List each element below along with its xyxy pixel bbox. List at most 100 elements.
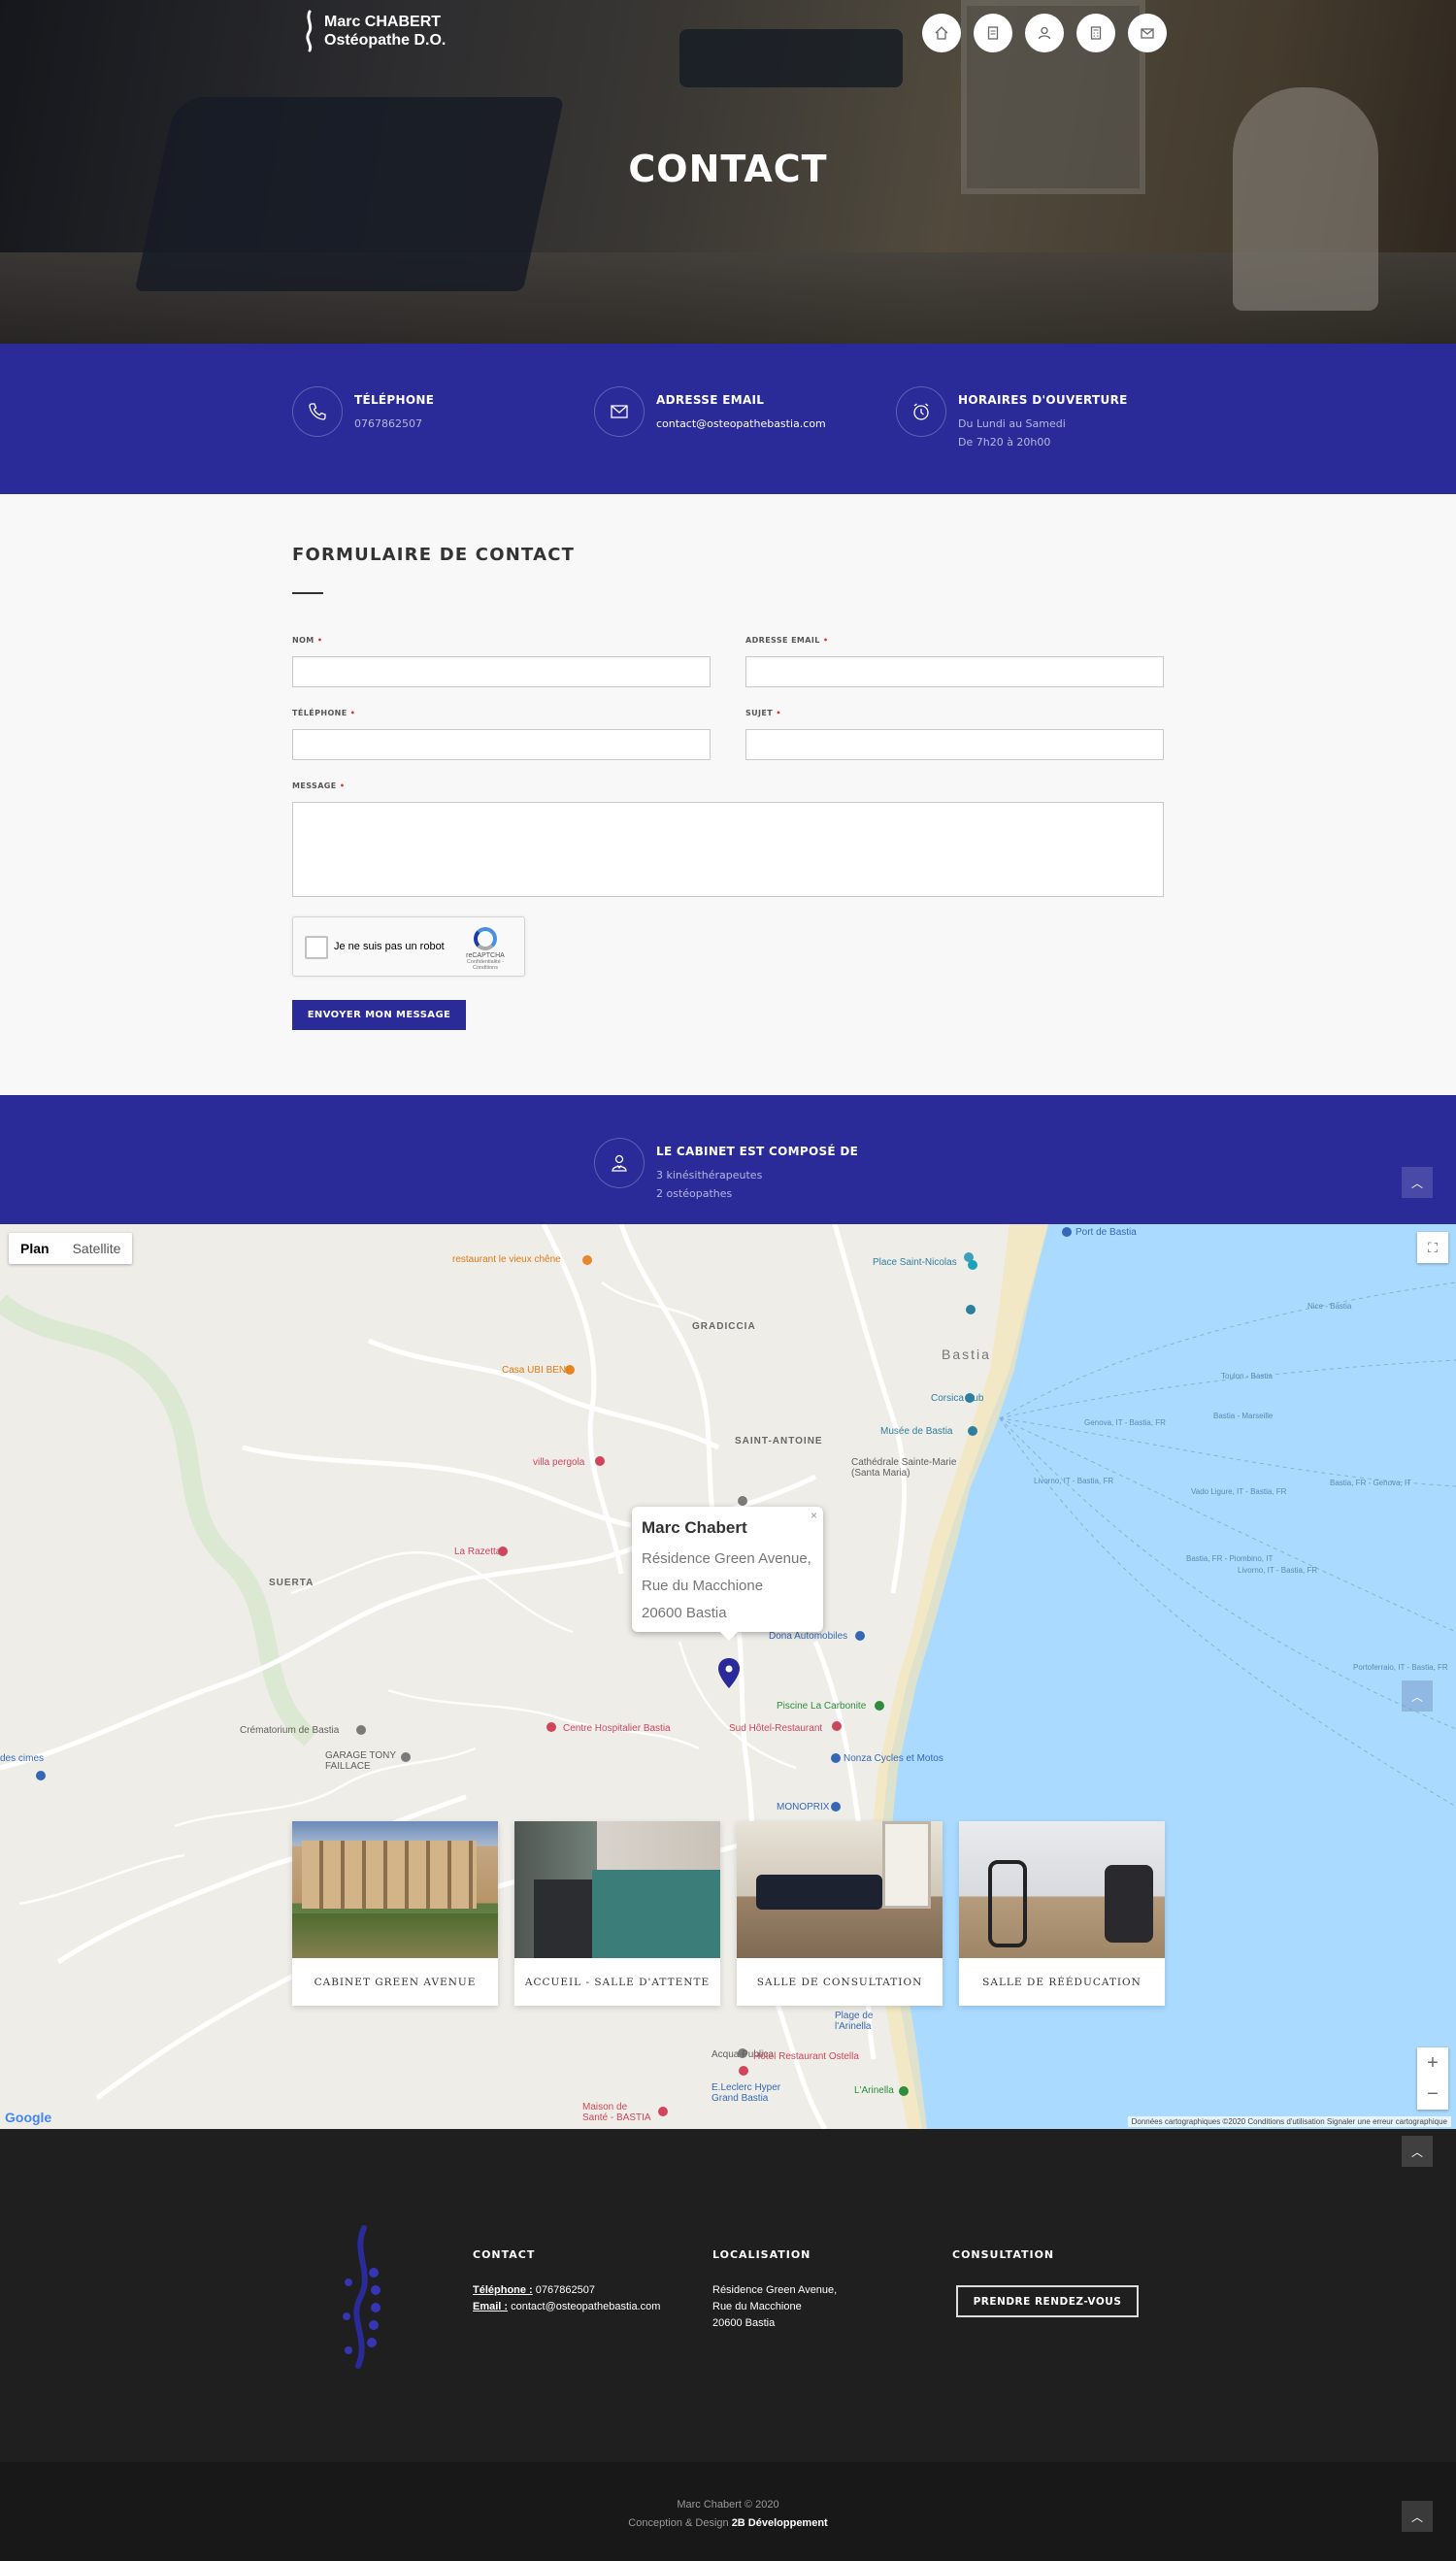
cabinet-band: LE CABINET EST COMPOSÉ DE 3 kinésithérap… [0, 1095, 1456, 1224]
poi-leclerc[interactable]: E.Leclerc Hyper Grand Bastia [711, 2082, 780, 2104]
poi-razetta[interactable]: La Razetta [454, 1547, 501, 1557]
poi-garage[interactable]: GARAGE TONY FAILLACE [325, 1750, 396, 1772]
map-scroll-top-button[interactable]: ︿ [1402, 1680, 1433, 1712]
message-textarea[interactable] [292, 802, 1164, 897]
nav-document-button[interactable] [974, 14, 1012, 52]
poi-centre-hospitalier[interactable]: Centre Hospitalier Bastia [563, 1723, 671, 1734]
info-phone: TÉLÉPHONE 0767862507 [292, 386, 434, 437]
photo-gallery: CABINET GREEN AVENUE ACCUEIL - SALLE D'A… [292, 1821, 1165, 2006]
site-logo[interactable]: Marc CHABERT Ostéopathe D.O. [303, 10, 446, 52]
book-appointment-button[interactable]: PRENDRE RENDEZ-VOUS [956, 2285, 1139, 2317]
footer-phone-label: Téléphone : [473, 2284, 533, 2296]
poi-musee[interactable]: Musée de Bastia [880, 1426, 953, 1437]
footer-address: Résidence Green Avenue, Rue du Macchione… [712, 2282, 837, 2332]
info-email-link[interactable]: contact@osteopathebastia.com [656, 415, 826, 433]
email-input[interactable] [745, 656, 1164, 687]
footer-consultation-title: CONSULTATION [952, 2248, 1055, 2261]
poi-port[interactable]: Port de Bastia [1075, 1227, 1137, 1238]
info-hours-times: De 7h20 à 20h00 [958, 436, 1051, 449]
city-bastia: Bastia [942, 1347, 991, 1362]
chevron-up-icon: ︿ [1410, 1689, 1423, 1704]
fullscreen-button[interactable]: ⛶ [1417, 1232, 1448, 1263]
poi-arinella[interactable]: L'Arinella [854, 2085, 894, 2096]
poi-sud-hotel[interactable]: Sud Hôtel-Restaurant [729, 1723, 822, 1734]
phone-input[interactable] [292, 729, 711, 760]
bottom-scroll-top-button[interactable]: ︿ [1402, 2501, 1433, 2532]
mail-icon [594, 386, 645, 437]
poi-restaurant[interactable]: restaurant le vieux chêne [452, 1254, 561, 1265]
gallery-card[interactable]: CABINET GREEN AVENUE [292, 1821, 498, 2006]
footer-phone-link[interactable]: 0767862507 [536, 2284, 595, 2296]
zoom-out-button[interactable]: − [1417, 2079, 1448, 2110]
credit-text: Conception & Design 2B Développement [0, 2517, 1456, 2529]
nav-mail-button[interactable] [1128, 14, 1167, 52]
google-map[interactable]: Plan Satellite ⛶ restaurant le vieux chê… [0, 1224, 1456, 2129]
footer-contact: Téléphone : 0767862507 Email : contact@o… [473, 2282, 660, 2315]
footer-phone: Téléphone : 0767862507 [473, 2282, 660, 2299]
poi-place-saint-nicolas[interactable]: Place Saint-Nicolas [873, 1257, 957, 1268]
spine-logo-icon [343, 2225, 381, 2369]
map-type-plan[interactable]: Plan [9, 1233, 61, 1264]
nav-home-button[interactable] [922, 14, 961, 52]
footer-address-line3: 20600 Bastia [712, 2317, 776, 2329]
nav-calculator-button[interactable] [1076, 14, 1115, 52]
info-window-line2: Rue du Macchione [642, 1578, 764, 1594]
info-window-title: Marc Chabert [642, 1518, 747, 1537]
recaptcha-icon [474, 927, 497, 950]
gallery-card[interactable]: SALLE DE RÉÉDUCATION [959, 1821, 1165, 2006]
poi-casa[interactable]: Casa UBI BENE [502, 1365, 573, 1376]
map-type-satellite[interactable]: Satellite [61, 1233, 133, 1264]
scroll-top-button[interactable]: ︿ [1402, 1167, 1433, 1198]
poi-plage[interactable]: Plage de l'Arinella [835, 2011, 873, 2032]
poi-des-cimes[interactable]: des cimes [0, 1753, 44, 1764]
gallery-card[interactable]: ACCUEIL - SALLE D'ATTENTE [514, 1821, 720, 2006]
nav-user-button[interactable] [1025, 14, 1064, 52]
phone-label: TÉLÉPHONE • [292, 709, 356, 717]
recaptcha-checkbox[interactable] [305, 936, 328, 959]
gallery-photo-consultation [737, 1821, 943, 1958]
email-label: ADRESSE EMAIL • [745, 636, 829, 645]
chevron-up-icon: ︿ [1410, 1176, 1423, 1190]
contact-form-section: FORMULAIRE DE CONTACT NOM • ADRESSE EMAI… [0, 494, 1456, 1095]
poi-crematorium[interactable]: Crématorium de Bastia [240, 1725, 339, 1736]
gallery-photo-building [292, 1821, 498, 1958]
cabinet-osteos: 2 ostéopathes [656, 1187, 733, 1200]
info-hours: HORAIRES D'OUVERTURE Du Lundi au Samedi … [896, 386, 1128, 451]
recaptcha-links[interactable]: Confidentialité - Conditions [454, 959, 516, 971]
poi-maison-sante[interactable]: Maison de Santé - BASTIA [582, 2102, 651, 2123]
zoom-in-button[interactable]: + [1417, 2047, 1448, 2079]
map-attribution[interactable]: Données cartographiques ©2020 Conditions… [1127, 2116, 1451, 2127]
gallery-photo-rehab [959, 1821, 1165, 1958]
poi-nonza[interactable]: Nonza Cycles et Motos [844, 1753, 943, 1764]
gallery-card[interactable]: SALLE DE CONSULTATION [737, 1821, 943, 2006]
recaptcha-brand: reCAPTCHA Confidentialité - Conditions [454, 927, 516, 971]
info-window-address: Résidence Green Avenue, Rue du Macchione… [642, 1546, 813, 1627]
footer-scroll-top-button[interactable]: ︿ [1402, 2136, 1433, 2167]
phone-icon [292, 386, 343, 437]
poi-cathedrale[interactable]: Cathédrale Sainte-Marie (Santa Maria) [851, 1457, 956, 1479]
title-divider [292, 592, 323, 594]
poi-dona[interactable]: Dona Automobiles [769, 1631, 847, 1642]
credit-prefix: Conception & Design [628, 2517, 729, 2529]
info-window-close-button[interactable]: × [811, 1509, 817, 1522]
ferry-genova: Bastia, FR - Genova, IT [1330, 1479, 1412, 1487]
poi-hotel-ostella[interactable]: Hôtel Restaurant Ostella [753, 2051, 859, 2062]
send-message-button[interactable]: ENVOYER MON MESSAGE [292, 1000, 466, 1030]
name-input[interactable] [292, 656, 711, 687]
gallery-photo-reception [514, 1821, 720, 1958]
footer-location-title: LOCALISATION [712, 2248, 811, 2261]
footer-email-link[interactable]: contact@osteopathebastia.com [511, 2301, 660, 2312]
contact-info-band: TÉLÉPHONE 0767862507 ADRESSE EMAIL conta… [0, 344, 1456, 494]
poi-corsica-sub[interactable]: Corsica Sub [931, 1393, 983, 1404]
info-window-line1: Résidence Green Avenue, [642, 1550, 811, 1567]
google-logo: Google [5, 2110, 52, 2125]
ferry-portoferraio: Portoferraio, IT - Bastia, FR [1353, 1663, 1448, 1672]
clock-icon [896, 386, 946, 437]
poi-villa[interactable]: villa pergola [533, 1457, 584, 1468]
subject-input[interactable] [745, 729, 1164, 760]
logo-text: Marc CHABERT Ostéopathe D.O. [324, 13, 446, 50]
credit-link[interactable]: 2B Développement [732, 2517, 828, 2529]
poi-piscine[interactable]: Piscine La Carbonite [777, 1701, 866, 1712]
poi-monoprix[interactable]: MONOPRIX [777, 1802, 829, 1813]
top-nav [922, 14, 1167, 52]
